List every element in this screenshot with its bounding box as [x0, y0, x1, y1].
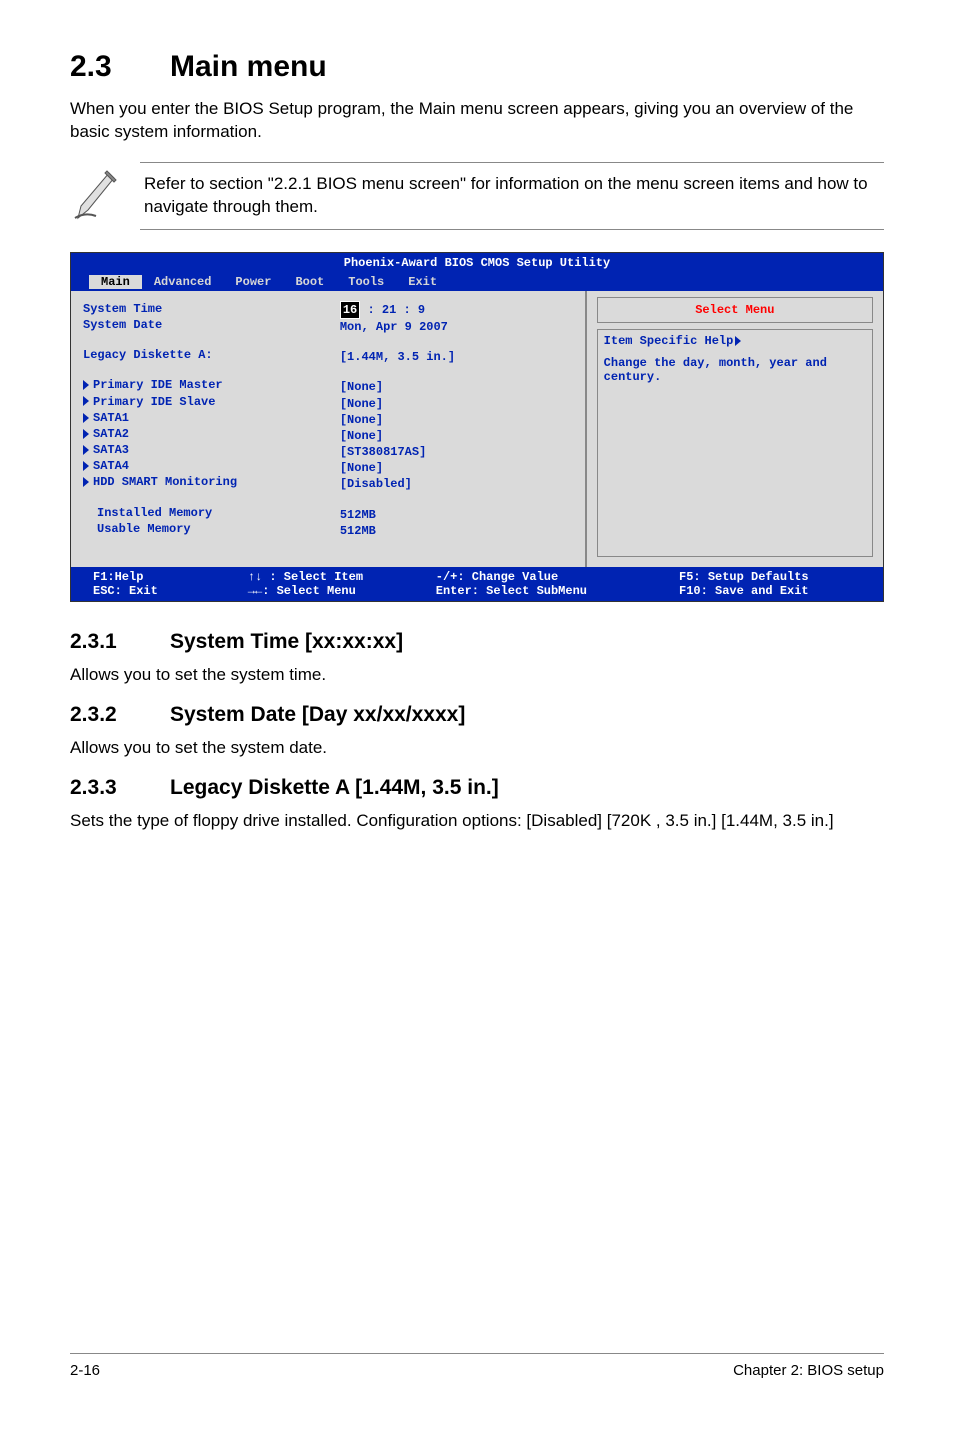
keyhint-f1: F1:Help: [93, 570, 248, 584]
bios-title: Phoenix-Award BIOS CMOS Setup Utility: [71, 253, 883, 273]
label-sata1: SATA1: [93, 411, 129, 425]
keyhint-f10: F10: Save and Exit: [679, 584, 867, 598]
keyhint-change: -/+: Change Value: [436, 570, 679, 584]
tab-tools[interactable]: Tools: [336, 275, 396, 289]
bios-help-pane: Select Menu Item Specific Help Change th…: [585, 291, 883, 567]
spacer: [340, 493, 581, 507]
triangle-icon: [83, 429, 89, 439]
sub-num: 2.3.2: [70, 703, 170, 727]
spacer: [604, 348, 866, 356]
value-sata2: [None]: [340, 428, 581, 444]
pencil-note-icon: [70, 168, 122, 223]
triangle-icon: [83, 445, 89, 455]
note-text: Refer to section "2.2.1 BIOS menu screen…: [140, 162, 884, 230]
bios-keyhints: F1:Help ESC: Exit ↑↓ : Select Item →←: S…: [71, 567, 883, 601]
keyhint-leftright: →←: Select Menu: [248, 584, 436, 598]
tab-power[interactable]: Power: [223, 275, 283, 289]
sub-text-233: Sets the type of floppy drive installed.…: [70, 810, 884, 833]
row-sata2[interactable]: SATA2: [83, 426, 336, 442]
bios-values: 16 : 21 : 9 Mon, Apr 9 2007 [1.44M, 3.5 …: [340, 291, 585, 567]
label-sata2: SATA2: [93, 427, 129, 441]
label-system-time[interactable]: System Time: [83, 301, 336, 317]
value-pim: [None]: [340, 379, 581, 395]
triangle-icon: [83, 396, 89, 406]
footer-chapter: Chapter 2: BIOS setup: [733, 1362, 884, 1379]
subheading-232: 2.3.2System Date [Day xx/xx/xxxx]: [70, 703, 884, 727]
page-footer: 2-16 Chapter 2: BIOS setup: [70, 1353, 884, 1379]
value-usable-memory: 512MB: [340, 523, 581, 539]
label-legacy-diskette[interactable]: Legacy Diskette A:: [83, 347, 336, 363]
label-hdd: HDD SMART Monitoring: [93, 475, 237, 489]
value-installed-memory: 512MB: [340, 507, 581, 523]
label-sata4: SATA4: [93, 459, 129, 473]
keyhint-f5: F5: Setup Defaults: [679, 570, 867, 584]
tab-advanced[interactable]: Advanced: [142, 275, 224, 289]
sub-title: System Time [xx:xx:xx]: [170, 630, 403, 653]
help-box: Item Specific Help Change the day, month…: [597, 329, 873, 557]
value-sata3: [ST380817AS]: [340, 444, 581, 460]
section-title: Main menu: [170, 50, 327, 83]
bios-menubar: Main Advanced Power Boot Tools Exit: [71, 273, 883, 291]
sub-text-232: Allows you to set the system date.: [70, 737, 884, 760]
help-title: Item Specific Help: [604, 334, 866, 348]
label-usable-memory: Usable Memory: [83, 521, 336, 537]
value-sata1: [None]: [340, 412, 581, 428]
spacer: [340, 335, 581, 349]
bios-body: System Time System Date Legacy Diskette …: [71, 291, 883, 567]
triangle-icon: [83, 461, 89, 471]
keyhint-esc: ESC: Exit: [93, 584, 248, 598]
triangle-icon: [83, 413, 89, 423]
value-pis: [None]: [340, 396, 581, 412]
intro-text: When you enter the BIOS Setup program, t…: [70, 98, 884, 144]
time-hour-selection[interactable]: 16: [340, 301, 360, 319]
sub-num: 2.3.3: [70, 776, 170, 800]
spacer: [83, 491, 336, 505]
label-system-date[interactable]: System Date: [83, 317, 336, 333]
value-legacy-diskette[interactable]: [1.44M, 3.5 in.]: [340, 349, 581, 365]
time-rest: : 21 : 9: [360, 303, 425, 317]
tab-boot[interactable]: Boot: [283, 275, 336, 289]
row-sata3[interactable]: SATA3: [83, 442, 336, 458]
subheading-233: 2.3.3Legacy Diskette A [1.44M, 3.5 in.]: [70, 776, 884, 800]
value-sata4: [None]: [340, 460, 581, 476]
triangle-icon: [83, 477, 89, 487]
row-sata1[interactable]: SATA1: [83, 410, 336, 426]
spacer: [83, 333, 336, 347]
note-block: Refer to section "2.2.1 BIOS menu screen…: [70, 162, 884, 230]
row-primary-ide-slave[interactable]: Primary IDE Slave: [83, 394, 336, 410]
footer-pagenum: 2-16: [70, 1362, 100, 1379]
label-pim: Primary IDE Master: [93, 378, 223, 392]
value-system-date[interactable]: Mon, Apr 9 2007: [340, 319, 581, 335]
sub-title: System Date [Day xx/xx/xxxx]: [170, 703, 465, 726]
row-sata4[interactable]: SATA4: [83, 458, 336, 474]
tab-main[interactable]: Main: [89, 275, 142, 289]
tab-exit[interactable]: Exit: [396, 275, 449, 289]
triangle-icon: [735, 336, 741, 346]
keyhint-updown: ↑↓ : Select Item: [248, 570, 436, 584]
help-text: Change the day, month, year and century.: [604, 356, 866, 384]
row-primary-ide-master[interactable]: Primary IDE Master: [83, 377, 336, 393]
sub-num: 2.3.1: [70, 630, 170, 654]
label-sata3: SATA3: [93, 443, 129, 457]
value-system-time[interactable]: 16 : 21 : 9: [340, 301, 581, 319]
keyhint-enter: Enter: Select SubMenu: [436, 584, 679, 598]
spacer: [83, 363, 336, 377]
sub-text-231: Allows you to set the system time.: [70, 664, 884, 687]
bios-main-area: System Time System Date Legacy Diskette …: [71, 291, 585, 567]
section-heading: 2.3Main menu: [70, 50, 884, 84]
triangle-icon: [83, 380, 89, 390]
row-hdd-smart[interactable]: HDD SMART Monitoring: [83, 474, 336, 490]
section-num: 2.3: [70, 50, 170, 84]
subheading-231: 2.3.1System Time [xx:xx:xx]: [70, 630, 884, 654]
value-hdd: [Disabled]: [340, 476, 581, 492]
bios-labels: System Time System Date Legacy Diskette …: [71, 291, 340, 567]
bios-panel: Phoenix-Award BIOS CMOS Setup Utility Ma…: [70, 252, 884, 602]
select-menu-box: Select Menu: [597, 297, 873, 323]
label-installed-memory: Installed Memory: [83, 505, 336, 521]
sub-title: Legacy Diskette A [1.44M, 3.5 in.]: [170, 776, 499, 799]
spacer: [340, 365, 581, 379]
label-pis: Primary IDE Slave: [93, 395, 215, 409]
